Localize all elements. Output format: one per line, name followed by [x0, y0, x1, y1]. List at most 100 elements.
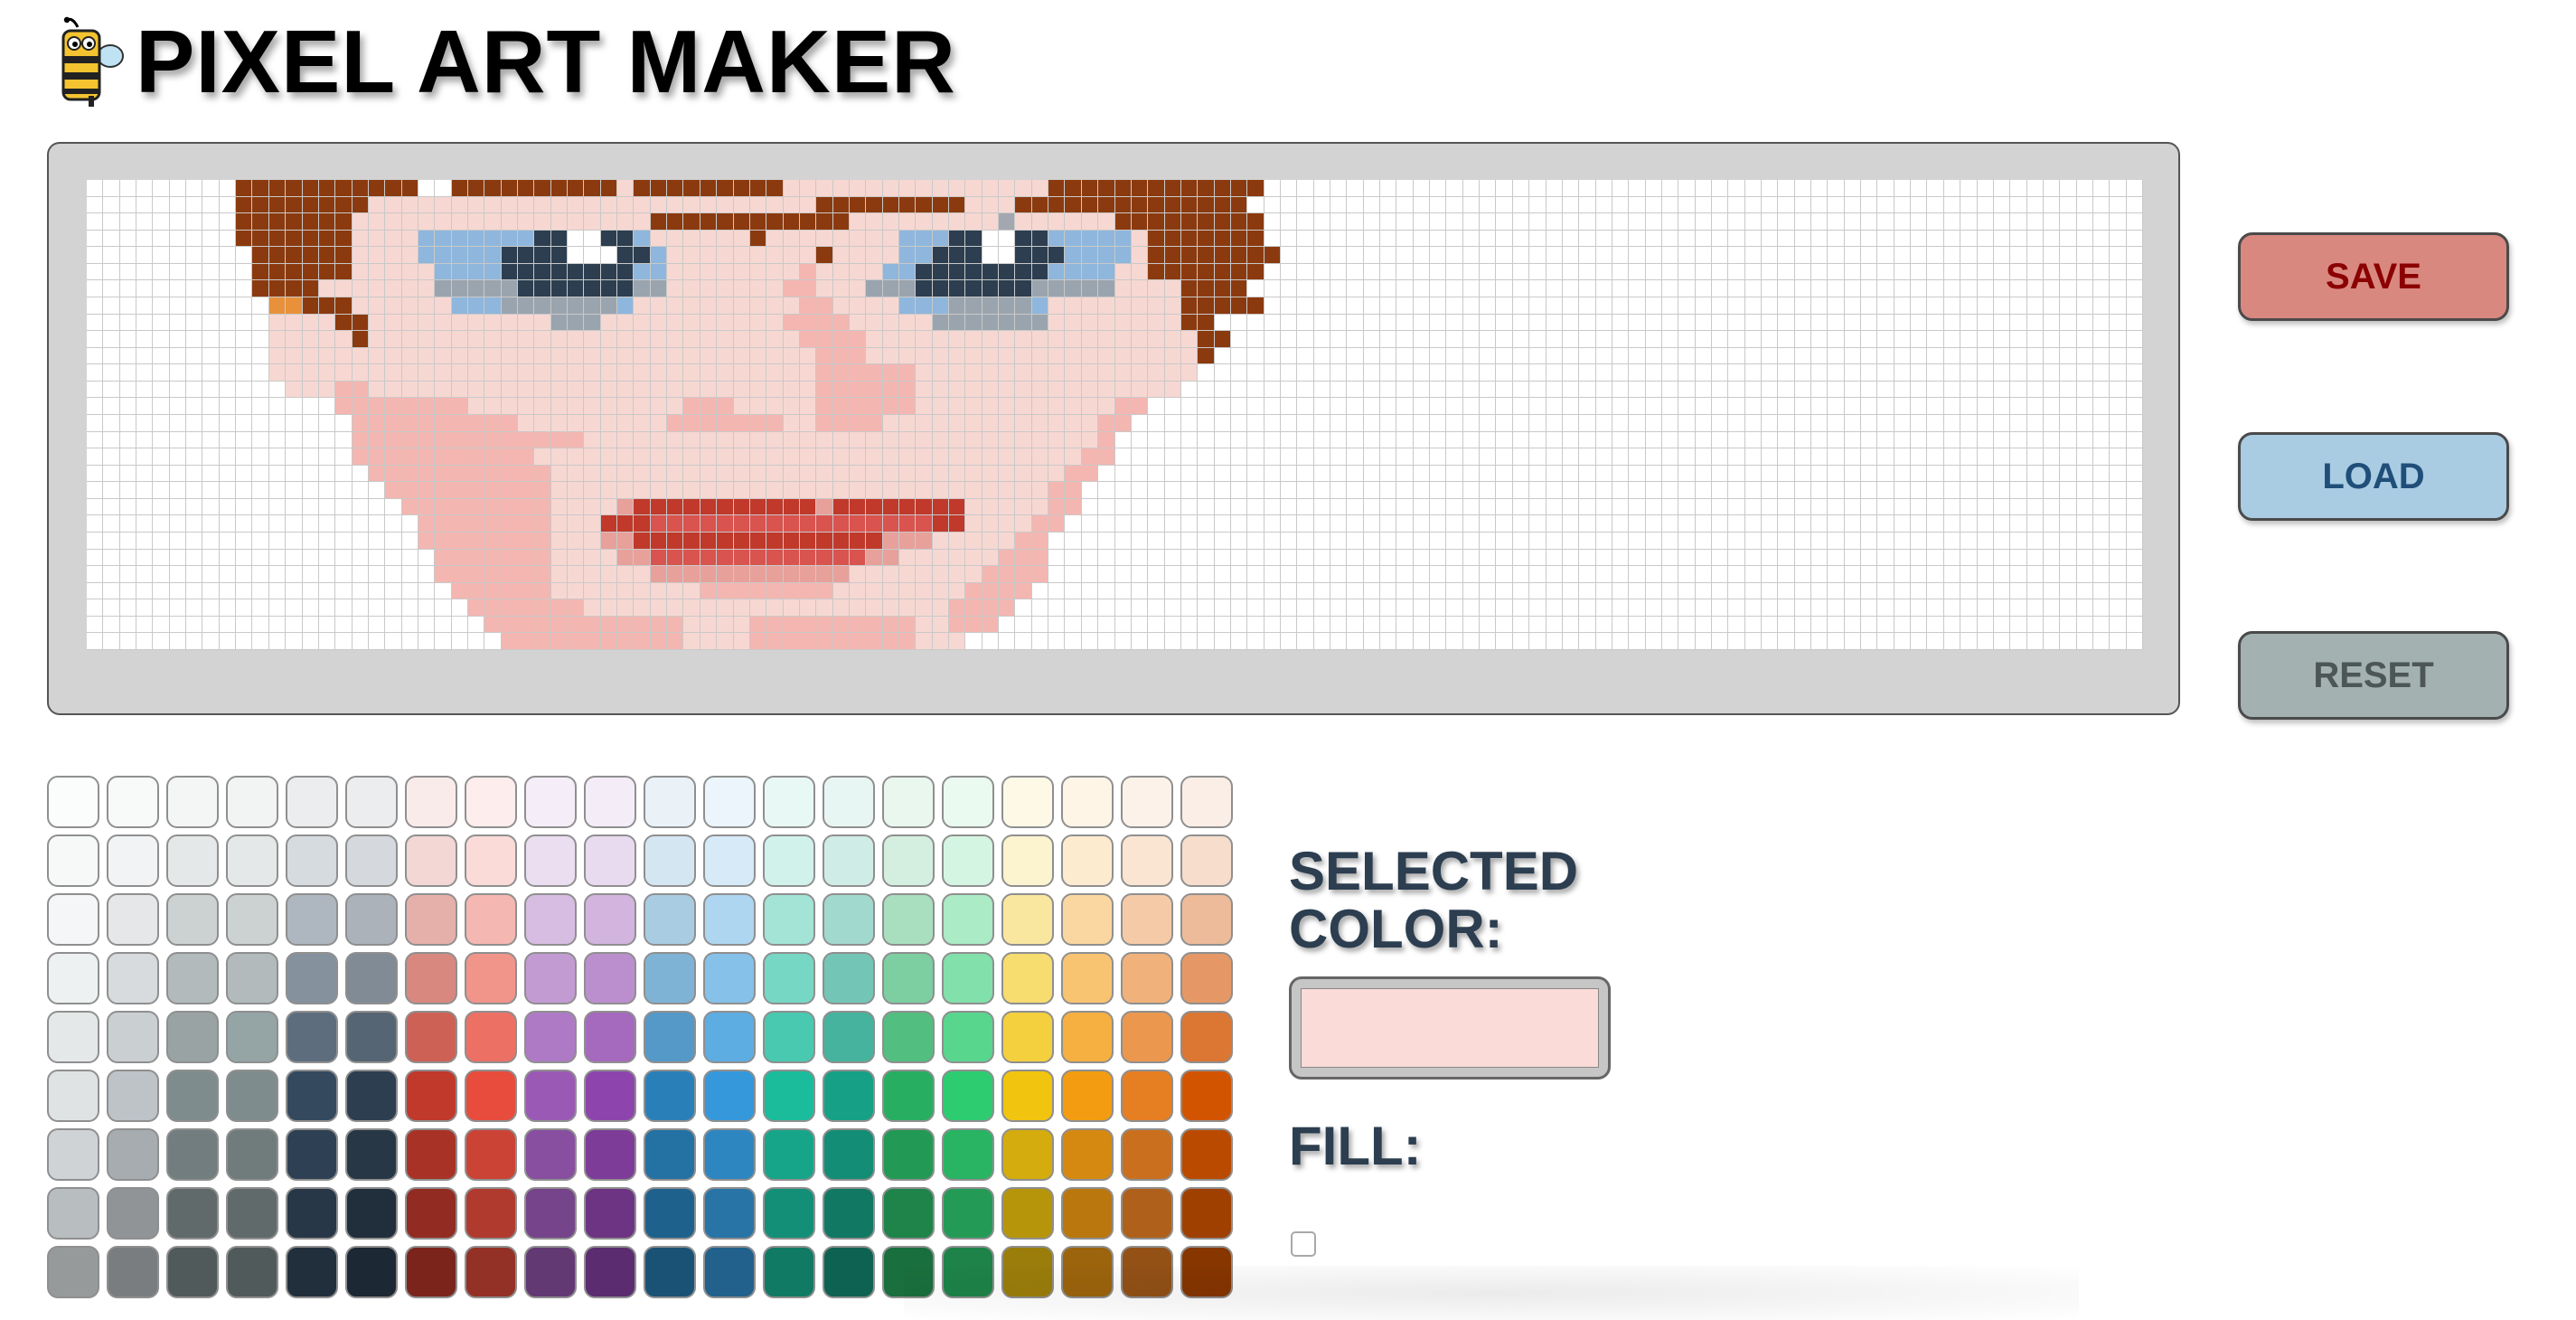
- pixel-cell[interactable]: [236, 582, 253, 600]
- pixel-cell[interactable]: [700, 482, 718, 499]
- pixel-cell[interactable]: [1744, 213, 1763, 231]
- pixel-cell[interactable]: [2126, 549, 2143, 567]
- pixel-cell[interactable]: [368, 414, 386, 432]
- pixel-cell[interactable]: [1778, 398, 1795, 415]
- pixel-cell[interactable]: [949, 498, 966, 516]
- pixel-cell[interactable]: [932, 582, 950, 600]
- pixel-cell[interactable]: [1015, 398, 1032, 415]
- pixel-cell[interactable]: [916, 230, 933, 248]
- pixel-cell[interactable]: [103, 263, 120, 281]
- pixel-cell[interactable]: [700, 549, 718, 567]
- pixel-cell[interactable]: [1031, 549, 1049, 567]
- pixel-cell[interactable]: [1480, 448, 1497, 466]
- pixel-cell[interactable]: [733, 482, 750, 499]
- pixel-cell[interactable]: [1612, 448, 1630, 466]
- pixel-cell[interactable]: [1098, 582, 1115, 600]
- pixel-cell[interactable]: [1612, 549, 1630, 567]
- pixel-cell[interactable]: [1695, 599, 1712, 617]
- pixel-cell[interactable]: [1943, 498, 1961, 516]
- pixel-cell[interactable]: [1297, 297, 1314, 315]
- pixel-cell[interactable]: [1496, 230, 1513, 248]
- pixel-cell[interactable]: [617, 297, 635, 315]
- pixel-cell[interactable]: [1744, 633, 1763, 650]
- pixel-cell[interactable]: [1430, 448, 1447, 466]
- pixel-cell[interactable]: [1496, 465, 1513, 483]
- pixel-cell[interactable]: [2076, 364, 2093, 382]
- pixel-cell[interactable]: [1380, 599, 1397, 617]
- pixel-cell[interactable]: [1446, 331, 1463, 348]
- palette-swatch[interactable]: [226, 1246, 278, 1298]
- pixel-cell[interactable]: [501, 465, 519, 483]
- pixel-cell[interactable]: [435, 347, 452, 365]
- pixel-cell[interactable]: [1546, 515, 1563, 533]
- pixel-cell[interactable]: [849, 398, 867, 415]
- pixel-cell[interactable]: [1114, 465, 1132, 483]
- pixel-cell[interactable]: [1148, 297, 1165, 315]
- pixel-cell[interactable]: [1380, 297, 1397, 315]
- pixel-cell[interactable]: [484, 398, 502, 415]
- pixel-cell[interactable]: [1861, 263, 1878, 281]
- pixel-cell[interactable]: [568, 599, 585, 617]
- pixel-cell[interactable]: [832, 616, 850, 634]
- pixel-cell[interactable]: [268, 196, 287, 214]
- pixel-cell[interactable]: [1413, 616, 1431, 634]
- pixel-cell[interactable]: [1943, 180, 1961, 197]
- pixel-cell[interactable]: [568, 431, 585, 449]
- pixel-cell[interactable]: [1148, 180, 1165, 197]
- pixel-cell[interactable]: [1562, 381, 1580, 399]
- pixel-cell[interactable]: [816, 347, 833, 365]
- pixel-cell[interactable]: [1081, 549, 1099, 567]
- pixel-cell[interactable]: [1911, 515, 1928, 533]
- pixel-cell[interactable]: [87, 347, 104, 365]
- pixel-cell[interactable]: [982, 263, 1000, 281]
- pixel-cell[interactable]: [2043, 431, 2061, 449]
- palette-swatch[interactable]: [286, 1011, 338, 1063]
- pixel-cell[interactable]: [650, 230, 668, 248]
- pixel-cell[interactable]: [2043, 347, 2061, 365]
- pixel-cell[interactable]: [1993, 364, 2011, 382]
- pixel-cell[interactable]: [1943, 247, 1961, 264]
- pixel-cell[interactable]: [236, 465, 253, 483]
- palette-swatch[interactable]: [166, 1011, 219, 1063]
- pixel-cell[interactable]: [153, 616, 170, 634]
- pixel-cell[interactable]: [683, 331, 700, 348]
- pixel-cell[interactable]: [783, 465, 800, 483]
- pixel-cell[interactable]: [385, 448, 402, 466]
- pixel-cell[interactable]: [1180, 196, 1199, 214]
- pixel-cell[interactable]: [1297, 398, 1314, 415]
- pixel-cell[interactable]: [467, 633, 485, 650]
- pixel-cell[interactable]: [1645, 633, 1662, 650]
- pixel-cell[interactable]: [1131, 280, 1149, 297]
- pixel-cell[interactable]: [634, 599, 651, 617]
- pixel-cell[interactable]: [186, 314, 203, 332]
- pixel-cell[interactable]: [286, 465, 303, 483]
- pixel-cell[interactable]: [1264, 331, 1281, 348]
- pixel-cell[interactable]: [1960, 230, 1978, 248]
- pixel-cell[interactable]: [1711, 448, 1729, 466]
- pixel-cell[interactable]: [1180, 431, 1199, 449]
- pixel-cell[interactable]: [318, 599, 336, 617]
- pixel-cell[interactable]: [982, 414, 1000, 432]
- pixel-cell[interactable]: [186, 515, 203, 533]
- pixel-cell[interactable]: [1794, 482, 1812, 499]
- pixel-cell[interactable]: [451, 465, 468, 483]
- pixel-cell[interactable]: [385, 398, 402, 415]
- pixel-cell[interactable]: [1844, 347, 1862, 365]
- pixel-cell[interactable]: [1413, 549, 1431, 567]
- pixel-cell[interactable]: [202, 465, 220, 483]
- palette-swatch[interactable]: [465, 952, 517, 1004]
- pixel-cell[interactable]: [418, 465, 436, 483]
- pixel-cell[interactable]: [1048, 431, 1066, 449]
- pixel-cell[interactable]: [2010, 549, 2027, 567]
- pixel-cell[interactable]: [766, 314, 784, 332]
- pixel-cell[interactable]: [1977, 280, 1994, 297]
- pixel-cell[interactable]: [1446, 213, 1463, 231]
- pixel-cell[interactable]: [1612, 263, 1630, 281]
- pixel-cell[interactable]: [849, 482, 867, 499]
- pixel-cell[interactable]: [783, 364, 800, 382]
- pixel-cell[interactable]: [534, 465, 551, 483]
- pixel-cell[interactable]: [1380, 263, 1397, 281]
- pixel-cell[interactable]: [2043, 482, 2061, 499]
- pixel-cell[interactable]: [2026, 347, 2044, 365]
- pixel-cell[interactable]: [1612, 414, 1630, 432]
